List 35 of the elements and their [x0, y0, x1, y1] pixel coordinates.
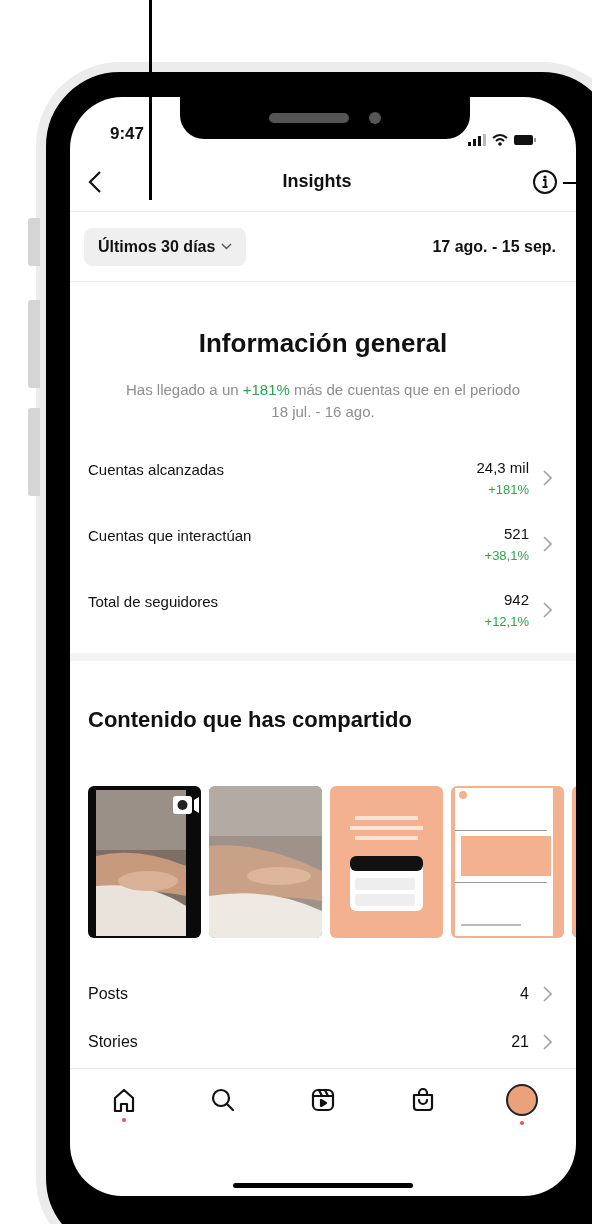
metric-value: 521 — [503, 524, 529, 544]
back-icon[interactable] — [88, 169, 102, 194]
period-dropdown[interactable]: Últimos 30 días — [84, 227, 247, 266]
chevron-right-icon — [543, 470, 552, 486]
camera-lens — [369, 112, 381, 124]
count-label: Stories — [88, 1032, 138, 1052]
metric-change: +12,1% — [484, 612, 529, 631]
date-range: 17 ago. - 15 sep. — [432, 236, 557, 257]
metric-change: +38,1% — [484, 546, 529, 565]
page-title: Insights — [282, 170, 352, 193]
metric-value: 942 — [503, 590, 529, 610]
count-value: 21 — [511, 1032, 529, 1052]
summary-text: Has llegado a un +181% más de cuentas que en el periodo 18 jul. - 16 ago. — [125, 380, 521, 422]
status-time: 9:47 — [110, 122, 145, 145]
chevron-right-icon — [543, 536, 552, 552]
reels-icon[interactable] — [310, 1086, 336, 1113]
signal-icon — [468, 133, 486, 146]
section-title: Contenido que has compartido — [87, 706, 413, 734]
wifi-icon — [492, 133, 508, 146]
metric-label: Total de seguidores — [88, 592, 219, 612]
avatar[interactable] — [506, 1083, 539, 1116]
chevron-right-icon — [543, 602, 552, 618]
metric-change: +181% — [488, 480, 529, 499]
metric-value: 24,3 mil — [476, 458, 529, 478]
info-icon[interactable] — [532, 168, 558, 195]
chevron-right-icon — [543, 1034, 552, 1050]
caret-icon — [221, 243, 233, 250]
metric-label: Cuentas alcanzadas — [88, 460, 224, 480]
metric-label: Cuentas que interactúan — [88, 526, 252, 546]
count-label: Posts — [88, 984, 128, 1004]
search-icon[interactable] — [210, 1086, 237, 1113]
section-title: Información general — [197, 327, 449, 360]
battery-icon — [514, 134, 536, 145]
chevron-right-icon — [543, 986, 552, 1002]
count-value: 4 — [520, 984, 529, 1004]
